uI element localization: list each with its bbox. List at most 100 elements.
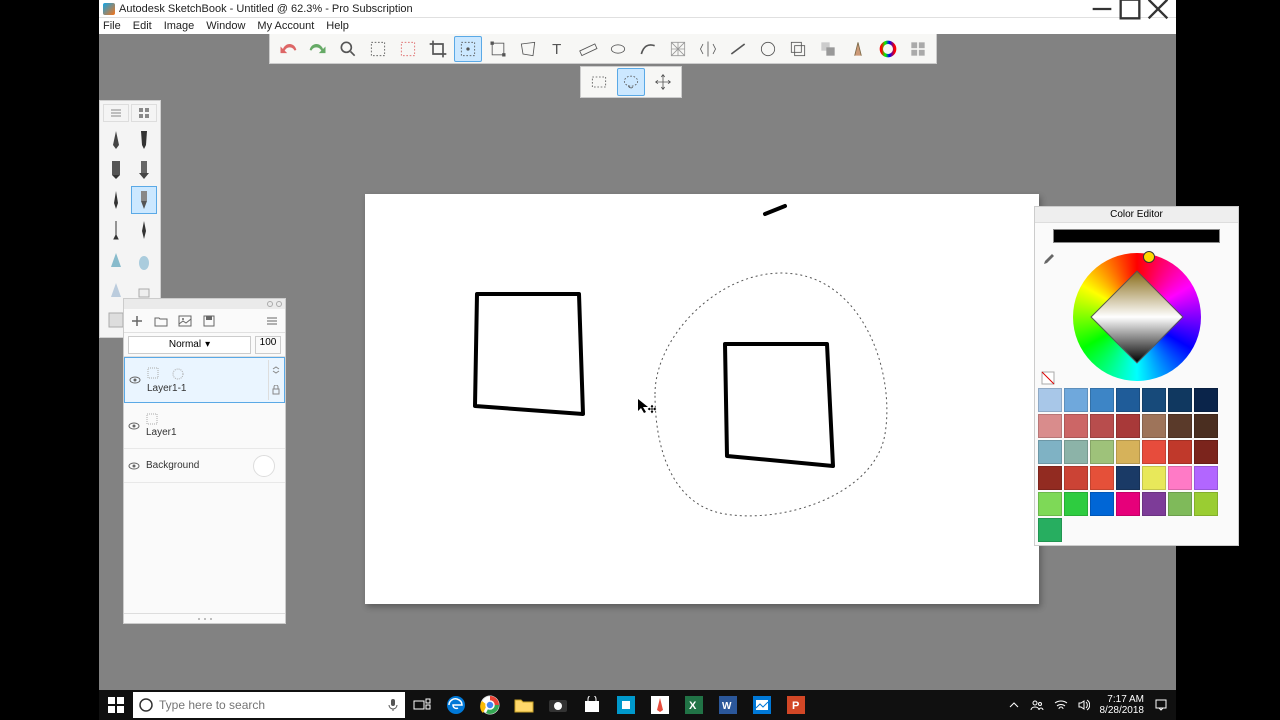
- color-swatch[interactable]: [1038, 466, 1062, 490]
- color-swatch[interactable]: [1038, 440, 1062, 464]
- word-app[interactable]: W: [711, 690, 745, 720]
- camera-app[interactable]: [541, 690, 575, 720]
- color-swatch[interactable]: [1090, 388, 1114, 412]
- image-icon[interactable]: [178, 314, 192, 328]
- color-swatch[interactable]: [1038, 388, 1062, 412]
- canvas[interactable]: [365, 194, 1039, 604]
- stroke-button[interactable]: [724, 36, 752, 62]
- close-button[interactable]: [1144, 0, 1172, 18]
- color-diamond[interactable]: [1090, 270, 1183, 363]
- brush-smudge[interactable]: [131, 246, 157, 274]
- menu-edit[interactable]: Edit: [127, 20, 158, 32]
- color-swatch[interactable]: [1116, 492, 1140, 516]
- color-swatch[interactable]: [1090, 440, 1114, 464]
- visibility-icon[interactable]: [128, 460, 140, 472]
- tray-up-icon[interactable]: [1008, 699, 1020, 711]
- zoom-button[interactable]: [334, 36, 362, 62]
- layer-row[interactable]: Layer1-1: [124, 357, 285, 403]
- curve-guide-button[interactable]: [634, 36, 662, 62]
- distort-button[interactable]: [514, 36, 542, 62]
- color-swatch[interactable]: [1142, 414, 1166, 438]
- visibility-icon[interactable]: [129, 374, 141, 386]
- powerpoint-app[interactable]: P: [779, 690, 813, 720]
- deselect-button[interactable]: [394, 36, 422, 62]
- brush-grid-icon[interactable]: [131, 104, 157, 122]
- brush-fine[interactable]: [103, 216, 129, 244]
- fill-button[interactable]: [784, 36, 812, 62]
- color-swatch[interactable]: [1116, 388, 1140, 412]
- excel-app[interactable]: X: [677, 690, 711, 720]
- maximize-button[interactable]: [1116, 0, 1144, 18]
- brush-marker[interactable]: [103, 156, 129, 184]
- color-swatch[interactable]: [1168, 492, 1192, 516]
- mic-icon[interactable]: [381, 698, 405, 712]
- color-swatch[interactable]: [1142, 492, 1166, 516]
- minimize-button[interactable]: [1088, 0, 1116, 18]
- undo-button[interactable]: [274, 36, 302, 62]
- symmetry-button[interactable]: [694, 36, 722, 62]
- brush-settings-icon[interactable]: [103, 104, 129, 122]
- color-swatch[interactable]: [1064, 440, 1088, 464]
- color-swatch[interactable]: [1090, 492, 1114, 516]
- lock-icon[interactable]: [271, 385, 281, 395]
- color-swatch[interactable]: [1194, 440, 1218, 464]
- menu-icon[interactable]: [265, 314, 279, 328]
- search-input[interactable]: [159, 698, 381, 712]
- color-swatch[interactable]: [1064, 492, 1088, 516]
- photos-app[interactable]: [745, 690, 779, 720]
- color-swatch[interactable]: [1038, 518, 1062, 542]
- wifi-icon[interactable]: [1054, 699, 1068, 711]
- select-lasso-button[interactable]: [617, 68, 645, 96]
- transparent-icon[interactable]: [1041, 371, 1055, 385]
- perspective-button[interactable]: [664, 36, 692, 62]
- layer-row[interactable]: Layer1: [124, 403, 285, 449]
- color-swatch[interactable]: [1194, 414, 1218, 438]
- color-swatch[interactable]: [1064, 414, 1088, 438]
- color-swatch[interactable]: [1168, 388, 1192, 412]
- folder-icon[interactable]: [154, 314, 168, 328]
- color-swatch[interactable]: [1142, 440, 1166, 464]
- app-icon[interactable]: [609, 690, 643, 720]
- color-swatch[interactable]: [1168, 414, 1192, 438]
- color-swatch[interactable]: [1168, 440, 1192, 464]
- layers-button[interactable]: [814, 36, 842, 62]
- ruler-button[interactable]: [574, 36, 602, 62]
- brush-chisel[interactable]: [131, 156, 157, 184]
- color-swatch[interactable]: [1168, 466, 1192, 490]
- store-app[interactable]: [575, 690, 609, 720]
- save-icon[interactable]: [202, 314, 216, 328]
- copic-button[interactable]: [904, 36, 932, 62]
- color-swatch[interactable]: [1194, 492, 1218, 516]
- menu-image[interactable]: Image: [158, 20, 201, 32]
- menu-myaccount[interactable]: My Account: [251, 20, 320, 32]
- notifications-icon[interactable]: [1154, 698, 1168, 712]
- brushlib-button[interactable]: [844, 36, 872, 62]
- color-wheel[interactable]: [1073, 253, 1201, 381]
- chrome-app[interactable]: [473, 690, 507, 720]
- brush-pen[interactable]: [131, 126, 157, 154]
- color-swatch[interactable]: [1064, 388, 1088, 412]
- brush-pencil[interactable]: [103, 126, 129, 154]
- menu-help[interactable]: Help: [320, 20, 355, 32]
- menu-window[interactable]: Window: [200, 20, 251, 32]
- explorer-app[interactable]: [507, 690, 541, 720]
- colorwheel-button[interactable]: [874, 36, 902, 62]
- eyedropper-icon[interactable]: [1041, 253, 1055, 267]
- taskbar-clock[interactable]: 7:17 AM 8/28/2018: [1100, 694, 1145, 716]
- color-swatch[interactable]: [1194, 466, 1218, 490]
- edge-app[interactable]: [439, 690, 473, 720]
- start-button[interactable]: [99, 690, 133, 720]
- brush-ink[interactable]: [103, 186, 129, 214]
- color-swatch[interactable]: [1142, 388, 1166, 412]
- color-swatch[interactable]: [1064, 466, 1088, 490]
- color-swatch[interactable]: [1142, 466, 1166, 490]
- shape-button[interactable]: [754, 36, 782, 62]
- ellipse-guide-button[interactable]: [604, 36, 632, 62]
- taskbar-search[interactable]: [133, 692, 405, 718]
- color-swatch[interactable]: [1038, 492, 1062, 516]
- volume-icon[interactable]: [1078, 699, 1090, 711]
- people-icon[interactable]: [1030, 698, 1044, 712]
- visibility-icon[interactable]: [128, 420, 140, 432]
- menu-file[interactable]: File: [101, 20, 127, 32]
- brush-airbrush[interactable]: [103, 246, 129, 274]
